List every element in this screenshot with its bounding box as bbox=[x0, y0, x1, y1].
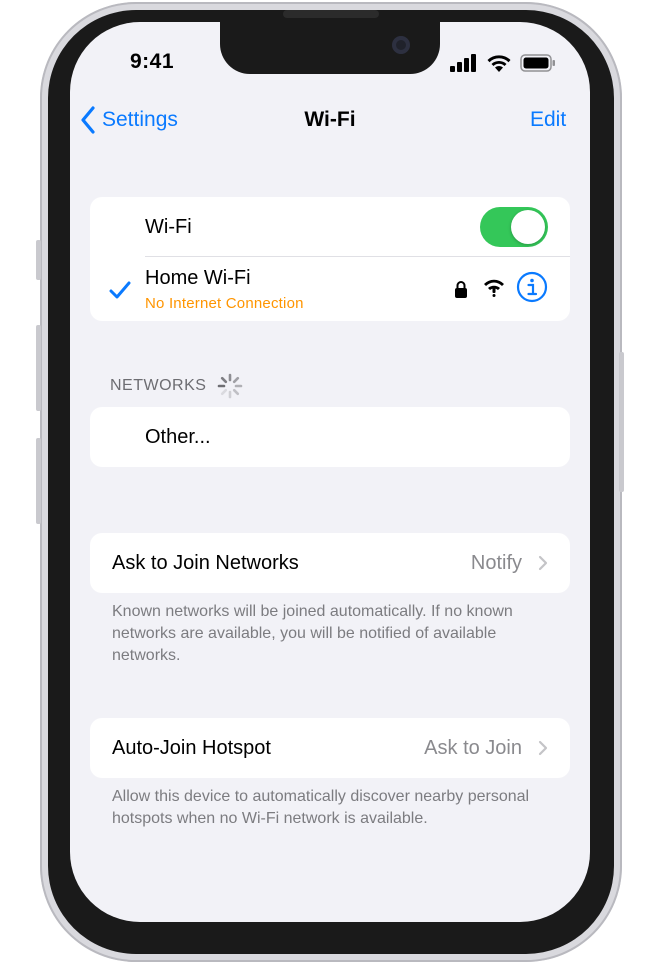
auto-join-hotspot-label: Auto-Join Hotspot bbox=[112, 737, 271, 759]
volume-up-button bbox=[36, 325, 41, 411]
wifi-signal-icon bbox=[487, 55, 511, 72]
chevron-right-icon bbox=[538, 740, 548, 756]
wifi-toggle-label: Wi-Fi bbox=[145, 216, 192, 238]
notch bbox=[220, 22, 440, 74]
other-network-row[interactable]: Other... bbox=[90, 407, 570, 467]
ask-to-join-row[interactable]: Ask to Join Networks Notify bbox=[90, 533, 570, 593]
info-icon[interactable] bbox=[516, 271, 548, 303]
ask-to-join-footnote: Known networks will be joined automatica… bbox=[112, 603, 513, 664]
other-network-label: Other... bbox=[145, 426, 211, 448]
connection-status: No Internet Connection bbox=[145, 295, 304, 312]
connected-network-name: Home Wi-Fi bbox=[145, 267, 251, 289]
ask-to-join-label: Ask to Join Networks bbox=[112, 552, 299, 574]
chevron-right-icon bbox=[538, 555, 548, 571]
wifi-toggle[interactable] bbox=[480, 207, 548, 247]
cellular-signal-icon bbox=[450, 54, 476, 72]
mute-switch bbox=[36, 240, 41, 280]
auto-join-hotspot-row[interactable]: Auto-Join Hotspot Ask to Join bbox=[90, 718, 570, 778]
connected-network-row[interactable]: Home Wi-Fi No Internet Connection bbox=[90, 257, 570, 321]
power-button bbox=[619, 352, 624, 492]
volume-down-button bbox=[36, 438, 41, 524]
wifi-group: Wi-Fi Home Wi-Fi No Internet Connection bbox=[90, 197, 570, 321]
phone-screen: 9:41 Settings Wi-Fi Edit Wi-Fi Home Wi-F… bbox=[70, 22, 590, 922]
auto-join-hotspot-footnote: Allow this device to automatically disco… bbox=[112, 788, 530, 827]
auto-join-hotspot-value: Ask to Join bbox=[424, 737, 522, 759]
status-icons bbox=[450, 52, 556, 74]
front-camera bbox=[392, 36, 410, 54]
earpiece-speaker bbox=[283, 10, 379, 18]
loading-spinner-icon bbox=[217, 373, 243, 399]
checkmark-icon bbox=[109, 281, 131, 299]
lock-icon bbox=[455, 281, 467, 298]
toggle-knob bbox=[511, 210, 545, 244]
networks-header-label: NETWORKS bbox=[110, 377, 207, 394]
page-title: Wi-Fi bbox=[304, 108, 356, 131]
ask-to-join-value: Notify bbox=[470, 552, 522, 574]
edit-button[interactable]: Edit bbox=[530, 108, 566, 132]
networks-section-header: NETWORKS bbox=[110, 373, 243, 399]
wifi-warning-icon bbox=[484, 279, 504, 297]
status-time: 9:41 bbox=[130, 50, 175, 73]
battery-icon bbox=[520, 54, 555, 72]
